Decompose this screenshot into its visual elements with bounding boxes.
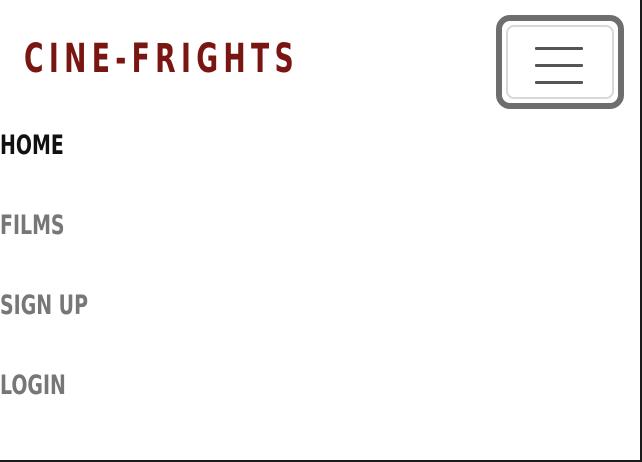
hamburger-bar-top: [535, 47, 583, 50]
menu-toggle-focus-ring: [506, 25, 614, 99]
nav-link-login[interactable]: LOGIN: [0, 366, 66, 406]
hamburger-bar-middle: [535, 64, 583, 67]
hamburger-bar-bottom: [535, 81, 583, 84]
nav-link-films[interactable]: FILMS: [0, 206, 65, 246]
nav-link-home[interactable]: HOME: [0, 126, 64, 166]
nav-link-sign-up[interactable]: SIGN UP: [0, 286, 88, 326]
brand-logo-link[interactable]: CINE-FRIGHTS: [24, 34, 299, 84]
page-frame: CINE-FRIGHTS HOME FILMS SIGN UP LOGIN: [0, 0, 642, 462]
menu-toggle-button[interactable]: [496, 15, 624, 109]
